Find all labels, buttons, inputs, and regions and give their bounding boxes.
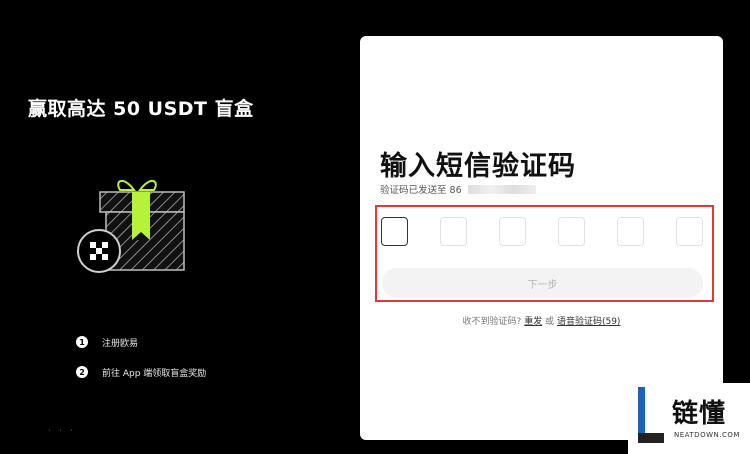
step-number: 1 <box>76 336 88 348</box>
watermark-logo: 链懂 NEATDOWN.COM <box>628 383 750 454</box>
code-digit-input-5[interactable] <box>617 217 644 246</box>
next-step-button[interactable]: 下一步 <box>382 268 703 298</box>
code-digit-input-1[interactable] <box>381 217 408 246</box>
watermark-domain: NEATDOWN.COM <box>674 431 740 439</box>
promo-title: 赢取高达 50 USDT 盲盒 <box>28 98 254 120</box>
sent-to-line: 验证码已发送至 86 <box>380 182 536 196</box>
or-text: 或 <box>545 317 555 327</box>
watermark-brand: 链懂 <box>672 399 727 429</box>
step-label: 前往 App 端领取盲盒奖励 <box>102 368 207 379</box>
step-item: 1 注册欧易 <box>76 335 206 349</box>
code-digit-input-2[interactable] <box>440 217 467 246</box>
watermark-l-icon <box>638 387 664 443</box>
step-item: 2 前往 App 端领取盲盒奖励 <box>76 365 206 379</box>
resend-link[interactable]: 重发 <box>524 317 542 327</box>
code-digit-input-3[interactable] <box>499 217 526 246</box>
voice-code-link[interactable]: 语音验证码(59) <box>557 317 620 327</box>
code-digit-input-4[interactable] <box>558 217 585 246</box>
verification-card: 输入短信验证码 验证码已发送至 86 下一步 收不到验证码? 重发 或 语音验证… <box>360 36 723 440</box>
steps-list: 1 注册欧易 2 前往 App 端领取盲盒奖励 <box>76 335 206 395</box>
code-digit-input-6[interactable] <box>676 217 703 246</box>
step-number: 2 <box>76 366 88 378</box>
okx-logo-icon <box>76 228 122 274</box>
help-line: 收不到验证码? 重发 或 语音验证码(59) <box>360 314 723 327</box>
code-input-row <box>381 217 703 247</box>
sent-to-label: 验证码已发送至 86 <box>380 185 462 196</box>
no-code-text: 收不到验证码? <box>462 317 522 327</box>
page-title: 输入短信验证码 <box>380 151 576 182</box>
masked-phone-number <box>467 184 536 194</box>
step-label: 注册欧易 <box>102 338 139 349</box>
footer-dots: · · · <box>48 426 76 435</box>
